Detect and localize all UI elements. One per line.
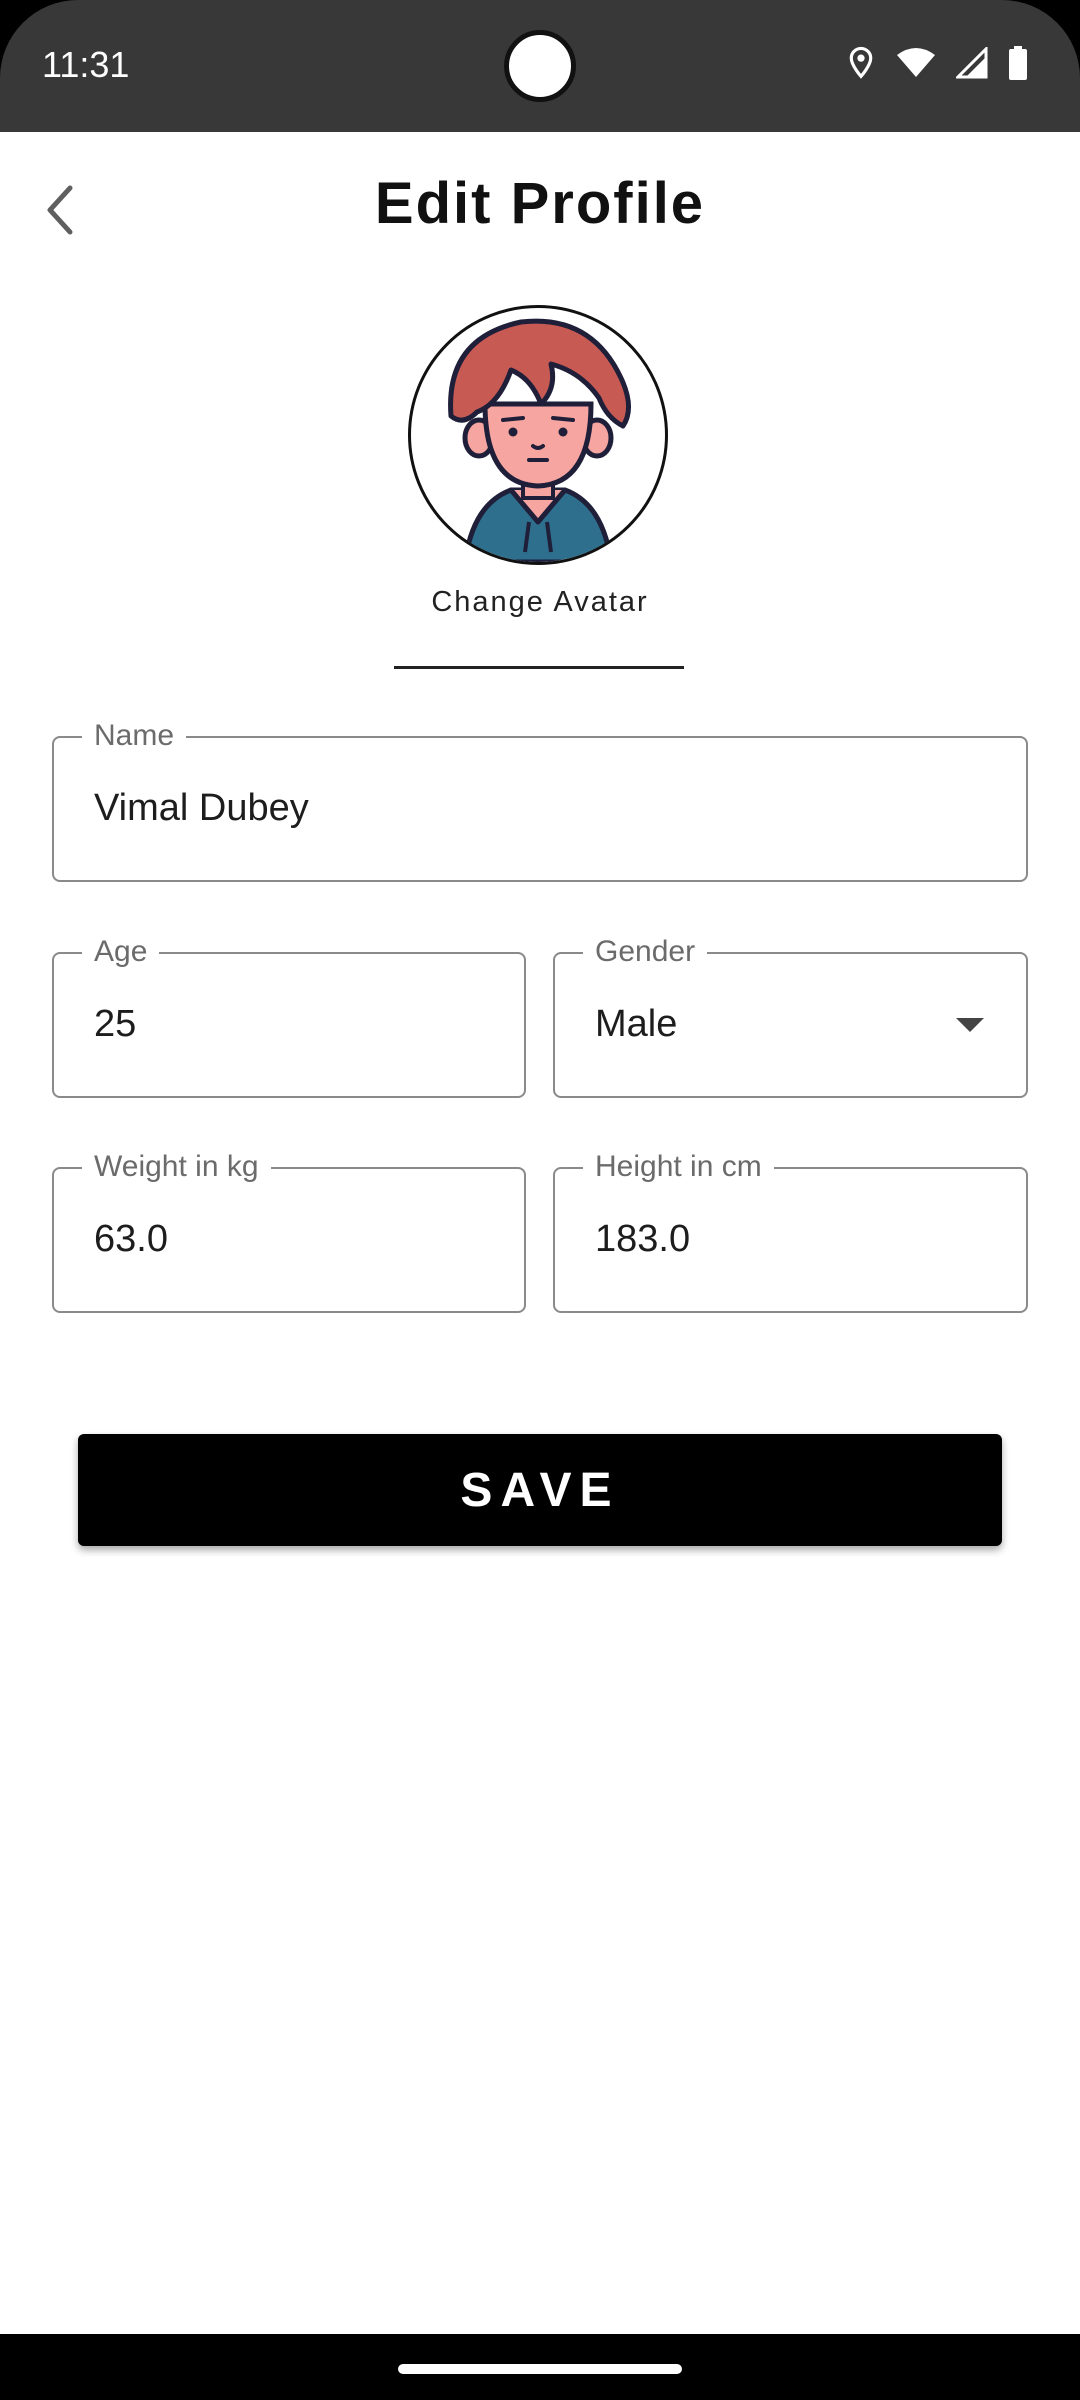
weight-value: 63.0 bbox=[94, 1218, 168, 1260]
height-value: 183.0 bbox=[595, 1218, 691, 1260]
avatar-divider bbox=[394, 666, 684, 669]
avatar-illustration bbox=[448, 318, 631, 562]
age-value: 25 bbox=[94, 1003, 137, 1045]
camera-cutout bbox=[504, 30, 576, 102]
age-field[interactable]: Age 25 bbox=[52, 932, 526, 1098]
height-field[interactable]: Height in cm 183.0 bbox=[553, 1147, 1028, 1313]
save-button-label: SAVE bbox=[460, 1463, 620, 1517]
page-title: Edit Profile bbox=[374, 171, 706, 236]
gender-value: Male bbox=[595, 1003, 678, 1045]
avatar[interactable] bbox=[408, 305, 668, 565]
weight-label: Weight in kg bbox=[82, 1147, 271, 1187]
status-time: 11:31 bbox=[42, 44, 130, 85]
wifi-icon bbox=[896, 47, 936, 84]
status-icons bbox=[846, 45, 1028, 85]
name-field[interactable]: Name Vimal Dubey bbox=[52, 716, 1028, 882]
change-avatar-link[interactable]: Change Avatar bbox=[0, 586, 1080, 619]
save-button[interactable]: SAVE bbox=[78, 1434, 1002, 1546]
gender-label: Gender bbox=[583, 932, 708, 972]
signal-icon bbox=[954, 45, 988, 84]
gender-dropdown[interactable]: Gender Male bbox=[553, 932, 1028, 1098]
name-value: Vimal Dubey bbox=[94, 787, 309, 829]
battery-icon bbox=[1008, 46, 1028, 85]
age-label: Age bbox=[82, 932, 160, 972]
location-icon bbox=[846, 46, 876, 85]
status-bar: 11:31 bbox=[0, 0, 1080, 132]
weight-field[interactable]: Weight in kg 63.0 bbox=[52, 1147, 526, 1313]
edit-profile-screen: Edit Profile Change Avatar Name Vimal Du… bbox=[0, 132, 1080, 2332]
height-label: Height in cm bbox=[583, 1147, 774, 1187]
name-label: Name bbox=[82, 716, 187, 756]
home-indicator[interactable] bbox=[398, 2364, 682, 2374]
dropdown-arrow-icon bbox=[956, 1018, 984, 1032]
